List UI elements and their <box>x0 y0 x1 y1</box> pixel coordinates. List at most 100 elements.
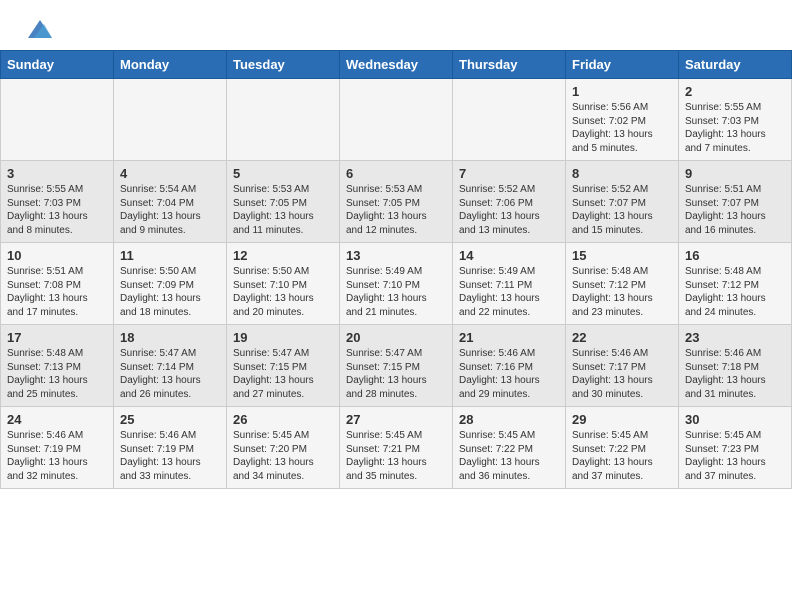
calendar-cell: 23 Sunrise: 5:46 AM Sunset: 7:18 PM Dayli… <box>679 325 792 407</box>
calendar-cell: 11 Sunrise: 5:50 AM Sunset: 7:09 PM Dayli… <box>114 243 227 325</box>
weekday-header-row: SundayMondayTuesdayWednesdayThursdayFrid… <box>1 51 792 79</box>
day-number: 12 <box>233 248 333 263</box>
calendar-cell <box>340 79 453 161</box>
calendar-week-4: 17 Sunrise: 5:48 AM Sunset: 7:13 PM Dayli… <box>1 325 792 407</box>
calendar-cell: 1 Sunrise: 5:56 AM Sunset: 7:02 PM Daylig… <box>566 79 679 161</box>
calendar-cell <box>453 79 566 161</box>
day-info: Sunrise: 5:55 AM Sunset: 7:03 PM Dayligh… <box>685 101 785 155</box>
day-info: Sunrise: 5:47 AM Sunset: 7:14 PM Dayligh… <box>120 347 220 401</box>
calendar-cell: 24 Sunrise: 5:46 AM Sunset: 7:19 PM Dayli… <box>1 407 114 489</box>
calendar-cell: 10 Sunrise: 5:51 AM Sunset: 7:08 PM Dayli… <box>1 243 114 325</box>
calendar-cell: 20 Sunrise: 5:47 AM Sunset: 7:15 PM Dayli… <box>340 325 453 407</box>
calendar-cell: 17 Sunrise: 5:48 AM Sunset: 7:13 PM Dayli… <box>1 325 114 407</box>
weekday-thursday: Thursday <box>453 51 566 79</box>
day-number: 10 <box>7 248 107 263</box>
calendar-body: 1 Sunrise: 5:56 AM Sunset: 7:02 PM Daylig… <box>1 79 792 489</box>
day-info: Sunrise: 5:50 AM Sunset: 7:09 PM Dayligh… <box>120 265 220 319</box>
calendar-cell: 29Sunrise: 5:45 AM Sunset: 7:22 PM Dayli… <box>566 407 679 489</box>
day-number: 6 <box>346 166 446 181</box>
calendar-cell <box>1 79 114 161</box>
day-number: 28 <box>459 412 559 427</box>
page-header <box>0 0 792 50</box>
calendar-cell <box>227 79 340 161</box>
day-info: Sunrise: 5:49 AM Sunset: 7:10 PM Dayligh… <box>346 265 446 319</box>
weekday-friday: Friday <box>566 51 679 79</box>
calendar-cell: 19 Sunrise: 5:47 AM Sunset: 7:15 PM Dayli… <box>227 325 340 407</box>
day-info: Sunrise: 5:45 AM Sunset: 7:23 PM Dayligh… <box>685 429 785 483</box>
day-info: Sunrise: 5:45 AM Sunset: 7:22 PM Dayligh… <box>459 429 559 483</box>
day-info: Sunrise: 5:47 AM Sunset: 7:15 PM Dayligh… <box>346 347 446 401</box>
calendar-cell: 16 Sunrise: 5:48 AM Sunset: 7:12 PM Dayli… <box>679 243 792 325</box>
weekday-wednesday: Wednesday <box>340 51 453 79</box>
day-number: 3 <box>7 166 107 181</box>
day-info: Sunrise: 5:54 AM Sunset: 7:04 PM Dayligh… <box>120 183 220 237</box>
weekday-saturday: Saturday <box>679 51 792 79</box>
day-number: 26 <box>233 412 333 427</box>
calendar-cell: 7 Sunrise: 5:52 AM Sunset: 7:06 PM Daylig… <box>453 161 566 243</box>
day-number: 29 <box>572 412 672 427</box>
day-number: 4 <box>120 166 220 181</box>
calendar-cell: 22 Sunrise: 5:46 AM Sunset: 7:17 PM Dayli… <box>566 325 679 407</box>
calendar-cell: 28 Sunrise: 5:45 AM Sunset: 7:22 PM Dayli… <box>453 407 566 489</box>
calendar-cell: 13Sunrise: 5:49 AM Sunset: 7:10 PM Dayli… <box>340 243 453 325</box>
calendar-cell: 21 Sunrise: 5:46 AM Sunset: 7:16 PM Dayli… <box>453 325 566 407</box>
day-info: Sunrise: 5:52 AM Sunset: 7:07 PM Dayligh… <box>572 183 672 237</box>
day-number: 25 <box>120 412 220 427</box>
day-info: Sunrise: 5:52 AM Sunset: 7:06 PM Dayligh… <box>459 183 559 237</box>
calendar-table: SundayMondayTuesdayWednesdayThursdayFrid… <box>0 50 792 489</box>
weekday-sunday: Sunday <box>1 51 114 79</box>
day-number: 30 <box>685 412 785 427</box>
day-info: Sunrise: 5:48 AM Sunset: 7:13 PM Dayligh… <box>7 347 107 401</box>
calendar-week-2: 3 Sunrise: 5:55 AM Sunset: 7:03 PM Daylig… <box>1 161 792 243</box>
day-number: 24 <box>7 412 107 427</box>
day-number: 23 <box>685 330 785 345</box>
day-info: Sunrise: 5:51 AM Sunset: 7:08 PM Dayligh… <box>7 265 107 319</box>
day-info: Sunrise: 5:46 AM Sunset: 7:17 PM Dayligh… <box>572 347 672 401</box>
day-info: Sunrise: 5:45 AM Sunset: 7:20 PM Dayligh… <box>233 429 333 483</box>
day-info: Sunrise: 5:46 AM Sunset: 7:18 PM Dayligh… <box>685 347 785 401</box>
calendar-week-5: 24 Sunrise: 5:46 AM Sunset: 7:19 PM Dayli… <box>1 407 792 489</box>
day-info: Sunrise: 5:56 AM Sunset: 7:02 PM Dayligh… <box>572 101 672 155</box>
logo <box>24 18 54 40</box>
day-number: 19 <box>233 330 333 345</box>
day-info: Sunrise: 5:50 AM Sunset: 7:10 PM Dayligh… <box>233 265 333 319</box>
day-number: 14 <box>459 248 559 263</box>
day-info: Sunrise: 5:46 AM Sunset: 7:16 PM Dayligh… <box>459 347 559 401</box>
calendar-week-1: 1 Sunrise: 5:56 AM Sunset: 7:02 PM Daylig… <box>1 79 792 161</box>
weekday-monday: Monday <box>114 51 227 79</box>
calendar-cell: 5Sunrise: 5:53 AM Sunset: 7:05 PM Daylig… <box>227 161 340 243</box>
calendar-cell: 25 Sunrise: 5:46 AM Sunset: 7:19 PM Dayli… <box>114 407 227 489</box>
calendar-cell <box>114 79 227 161</box>
day-number: 1 <box>572 84 672 99</box>
day-number: 11 <box>120 248 220 263</box>
day-number: 15 <box>572 248 672 263</box>
day-info: Sunrise: 5:49 AM Sunset: 7:11 PM Dayligh… <box>459 265 559 319</box>
day-number: 21 <box>459 330 559 345</box>
day-number: 9 <box>685 166 785 181</box>
calendar-cell: 12 Sunrise: 5:50 AM Sunset: 7:10 PM Dayli… <box>227 243 340 325</box>
day-info: Sunrise: 5:47 AM Sunset: 7:15 PM Dayligh… <box>233 347 333 401</box>
day-info: Sunrise: 5:48 AM Sunset: 7:12 PM Dayligh… <box>572 265 672 319</box>
day-number: 18 <box>120 330 220 345</box>
day-info: Sunrise: 5:53 AM Sunset: 7:05 PM Dayligh… <box>233 183 333 237</box>
day-info: Sunrise: 5:46 AM Sunset: 7:19 PM Dayligh… <box>120 429 220 483</box>
day-info: Sunrise: 5:53 AM Sunset: 7:05 PM Dayligh… <box>346 183 446 237</box>
day-number: 16 <box>685 248 785 263</box>
calendar-cell: 30 Sunrise: 5:45 AM Sunset: 7:23 PM Dayli… <box>679 407 792 489</box>
day-info: Sunrise: 5:48 AM Sunset: 7:12 PM Dayligh… <box>685 265 785 319</box>
day-number: 22 <box>572 330 672 345</box>
day-number: 7 <box>459 166 559 181</box>
calendar-cell: 6 Sunrise: 5:53 AM Sunset: 7:05 PM Daylig… <box>340 161 453 243</box>
calendar-cell: 4 Sunrise: 5:54 AM Sunset: 7:04 PM Daylig… <box>114 161 227 243</box>
day-number: 17 <box>7 330 107 345</box>
calendar-cell: 9Sunrise: 5:51 AM Sunset: 7:07 PM Daylig… <box>679 161 792 243</box>
day-info: Sunrise: 5:46 AM Sunset: 7:19 PM Dayligh… <box>7 429 107 483</box>
calendar-cell: 26 Sunrise: 5:45 AM Sunset: 7:20 PM Dayli… <box>227 407 340 489</box>
calendar-cell: 27Sunrise: 5:45 AM Sunset: 7:21 PM Dayli… <box>340 407 453 489</box>
day-info: Sunrise: 5:55 AM Sunset: 7:03 PM Dayligh… <box>7 183 107 237</box>
day-number: 2 <box>685 84 785 99</box>
day-number: 20 <box>346 330 446 345</box>
calendar-cell: 3 Sunrise: 5:55 AM Sunset: 7:03 PM Daylig… <box>1 161 114 243</box>
calendar-cell: 2 Sunrise: 5:55 AM Sunset: 7:03 PM Daylig… <box>679 79 792 161</box>
day-number: 8 <box>572 166 672 181</box>
